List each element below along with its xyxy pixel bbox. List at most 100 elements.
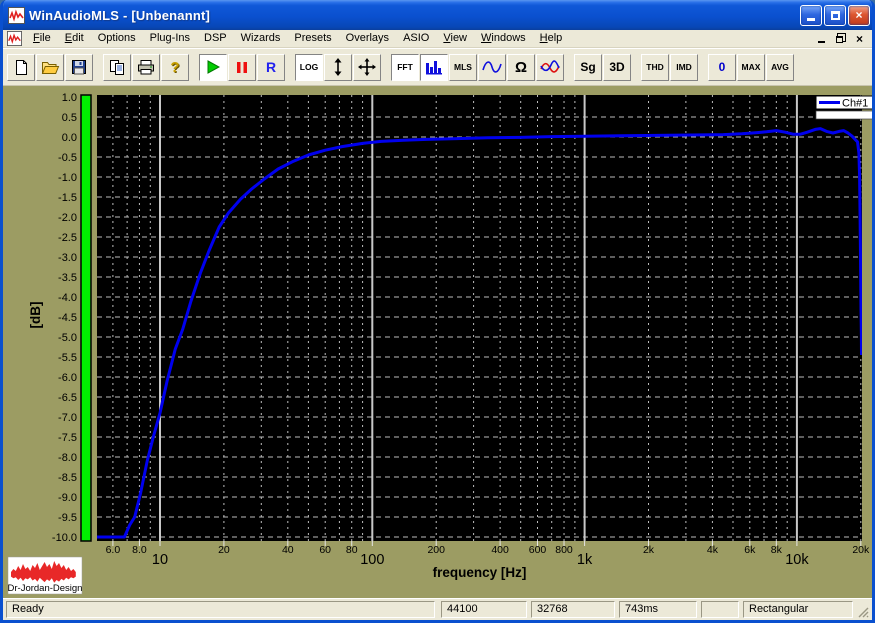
- new-file-icon: [13, 59, 30, 76]
- svg-text:-1.5: -1.5: [58, 192, 77, 204]
- menu-asio[interactable]: ASIO: [396, 31, 436, 46]
- svg-text:-3.5: -3.5: [58, 272, 77, 284]
- legend[interactable]: Ch#1: [816, 96, 872, 119]
- vertical-zoom-button[interactable]: [324, 54, 352, 81]
- menu-presets[interactable]: Presets: [287, 31, 338, 46]
- sg-button-label: Sg: [580, 61, 595, 73]
- threed-button-label: 3D: [609, 61, 624, 73]
- svg-text:-5.5: -5.5: [58, 352, 77, 364]
- fft-size-panel: 32768: [531, 601, 615, 618]
- app-icon: [8, 7, 25, 24]
- pause-icon: [236, 61, 248, 74]
- print-icon: [137, 59, 155, 75]
- window-function-panel: Rectangular: [743, 601, 853, 618]
- svg-text:-1.0: -1.0: [58, 172, 77, 184]
- menu-file[interactable]: File: [26, 31, 58, 46]
- maximize-button[interactable]: [824, 5, 846, 26]
- chart-client-area: Ch#11.00.50.0-0.5-1.0-1.5-2.0-2.5-3.0-3.…: [3, 86, 872, 598]
- svg-text:100: 100: [360, 552, 384, 568]
- mdi-minimize-button[interactable]: [813, 32, 830, 46]
- svg-text:Ch#1: Ch#1: [842, 98, 868, 110]
- open-button[interactable]: [36, 54, 64, 81]
- menu-help[interactable]: Help: [533, 31, 570, 46]
- copy-icon: [109, 59, 125, 75]
- mls-toggle[interactable]: MLS: [449, 54, 477, 81]
- imd-button-label: IMD: [676, 63, 692, 72]
- svg-text:600: 600: [529, 544, 547, 556]
- help-button[interactable]: ?: [161, 54, 189, 81]
- x-axis-title: frequency [Hz]: [433, 565, 527, 580]
- svg-text:-4.5: -4.5: [58, 312, 77, 324]
- close-button[interactable]: ×: [848, 5, 870, 26]
- menu-windows[interactable]: Windows: [474, 31, 533, 46]
- save-floppy-icon: [71, 59, 87, 75]
- svg-text:20k: 20k: [852, 544, 870, 556]
- mdi-close-icon: ×: [856, 32, 863, 46]
- menu-plug-ins[interactable]: Plug-Ins: [143, 31, 197, 46]
- minimize-button[interactable]: [800, 5, 822, 26]
- mls-toggle-label: MLS: [454, 63, 472, 72]
- y-axis-labels: 1.00.50.0-0.5-1.0-1.5-2.0-2.5-3.0-3.5-4.…: [52, 92, 77, 544]
- menu-wizards[interactable]: Wizards: [234, 31, 288, 46]
- dual-waves-icon: [540, 60, 560, 74]
- imd-button[interactable]: IMD: [670, 54, 698, 81]
- maximize-icon: [831, 11, 840, 20]
- fft-toggle[interactable]: FFT: [391, 54, 419, 81]
- play-button[interactable]: [199, 54, 227, 81]
- log-scale-toggle[interactable]: LOG: [295, 54, 323, 81]
- pan-arrows-icon: [358, 58, 376, 76]
- thd-button-label: THD: [646, 63, 663, 72]
- spectrum-bars-icon: [425, 59, 443, 75]
- svg-text:20: 20: [218, 544, 230, 556]
- copy-button[interactable]: [103, 54, 131, 81]
- title-bar: WinAudioMLS - [Unbenannt] ×: [0, 0, 875, 30]
- fft-toggle-label: FFT: [397, 63, 413, 72]
- record-button[interactable]: R: [257, 54, 285, 81]
- print-button[interactable]: [132, 54, 160, 81]
- sg-button[interactable]: Sg: [574, 54, 602, 81]
- pan-button[interactable]: [353, 54, 381, 81]
- svg-text:-10.0: -10.0: [52, 532, 77, 544]
- mdi-restore-button[interactable]: [832, 32, 849, 46]
- y-axis-title: [dB]: [28, 302, 43, 329]
- max-button[interactable]: MAX: [737, 54, 765, 81]
- spectrum-bars-toggle[interactable]: [420, 54, 448, 81]
- svg-text:80: 80: [346, 544, 358, 556]
- distortion-button[interactable]: [536, 54, 564, 81]
- record-icon: R: [266, 59, 276, 75]
- svg-text:-0.5: -0.5: [58, 152, 77, 164]
- svg-text:2k: 2k: [643, 544, 655, 556]
- threed-button[interactable]: 3D: [603, 54, 631, 81]
- mdi-close-button[interactable]: ×: [851, 32, 868, 46]
- svg-text:0.5: 0.5: [62, 112, 77, 124]
- sine-wave-icon: [482, 60, 502, 74]
- avg-button[interactable]: AVG: [766, 54, 794, 81]
- mdi-minimize-icon: [818, 41, 825, 43]
- resize-grip[interactable]: [856, 605, 869, 618]
- impedance-button[interactable]: Ω: [507, 54, 535, 81]
- menu-edit[interactable]: Edit: [58, 31, 91, 46]
- svg-text:-4.0: -4.0: [58, 292, 77, 304]
- pause-button[interactable]: [228, 54, 256, 81]
- zero-button[interactable]: 0: [708, 54, 736, 81]
- duration-panel: 743ms: [619, 601, 697, 618]
- menu-overlays[interactable]: Overlays: [339, 31, 396, 46]
- svg-text:-6.0: -6.0: [58, 372, 77, 384]
- save-button[interactable]: [65, 54, 93, 81]
- svg-text:1.0: 1.0: [62, 92, 77, 104]
- thd-button[interactable]: THD: [641, 54, 669, 81]
- svg-text:-7.0: -7.0: [58, 412, 77, 424]
- open-folder-icon: [41, 60, 60, 75]
- menu-dsp[interactable]: DSP: [197, 31, 234, 46]
- svg-text:200: 200: [427, 544, 445, 556]
- menu-view[interactable]: View: [436, 31, 474, 46]
- svg-text:8.0: 8.0: [132, 544, 147, 556]
- level-meter: [81, 95, 91, 541]
- menu-options[interactable]: Options: [91, 31, 143, 46]
- log-scale-toggle-label: LOG: [300, 63, 318, 72]
- omega-icon: Ω: [515, 59, 527, 76]
- sweep-button[interactable]: [478, 54, 506, 81]
- svg-text:-5.0: -5.0: [58, 332, 77, 344]
- status-bar: Ready 4410032768743msRectangular: [3, 598, 872, 620]
- new-button[interactable]: [7, 54, 35, 81]
